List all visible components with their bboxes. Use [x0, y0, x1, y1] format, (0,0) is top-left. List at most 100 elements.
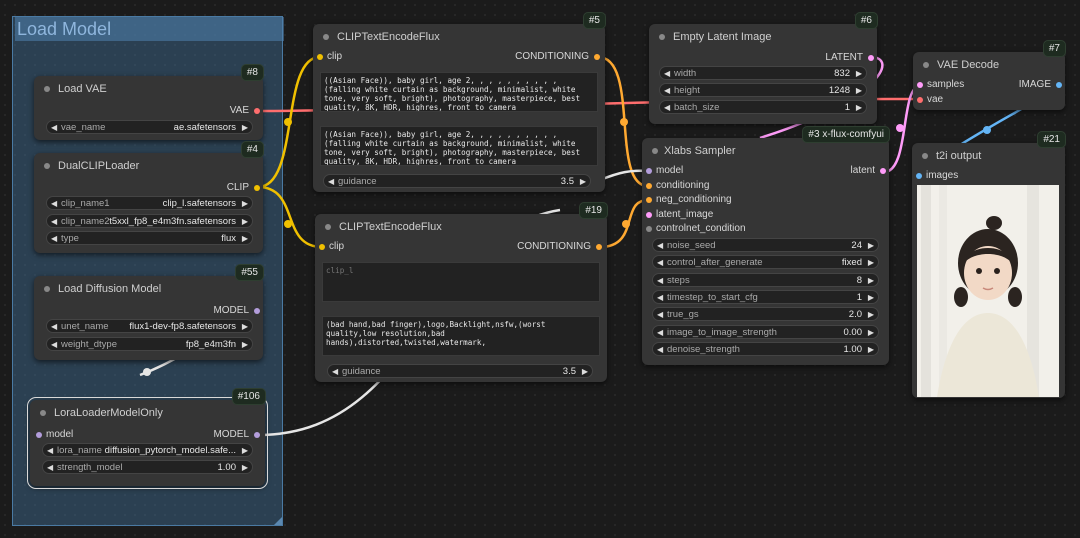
collapse-dot-icon[interactable]: [44, 86, 50, 92]
input-slot-conditioning[interactable]: [646, 183, 652, 189]
input-slot-model[interactable]: [36, 432, 42, 438]
arrow-left-icon[interactable]: ◀: [51, 320, 57, 334]
collapse-dot-icon[interactable]: [44, 286, 50, 292]
textarea-clip-l[interactable]: clip_l: [322, 262, 600, 302]
widget-true-gs[interactable]: ◀ true_gs 2.0 ▶: [652, 307, 879, 321]
widget-image-to-image-strength[interactable]: ◀ image_to_image_strength 0.00 ▶: [652, 325, 879, 339]
output-slot-conditioning[interactable]: [594, 54, 600, 60]
output-slot-vae[interactable]: [254, 108, 260, 114]
widget-timestep-to-start-cfg[interactable]: ◀ timestep_to_start_cfg 1 ▶: [652, 290, 879, 304]
arrow-right-icon[interactable]: ▶: [856, 101, 862, 115]
widget-steps[interactable]: ◀ steps 8 ▶: [652, 273, 879, 287]
widget-noise-seed[interactable]: ◀ noise_seed 24 ▶: [652, 238, 879, 252]
widget-guidance[interactable]: ◀ guidance 3.5 ▶: [323, 174, 591, 188]
collapse-dot-icon[interactable]: [659, 34, 665, 40]
node-vae-decode[interactable]: #7 VAE Decode samples vae IMAGE: [913, 40, 1066, 110]
arrow-right-icon[interactable]: ▶: [868, 256, 874, 270]
arrow-right-icon[interactable]: ▶: [868, 274, 874, 288]
input-slot-vae[interactable]: [917, 97, 923, 103]
arrow-right-icon[interactable]: ▶: [868, 291, 874, 305]
widget-clip-name1[interactable]: ◀ clip_name1 clip_l.safetensors ▶: [46, 196, 253, 210]
arrow-right-icon[interactable]: ▶: [242, 320, 248, 334]
node-cliptextencodeflux-positive[interactable]: #5 CLIPTextEncodeFlux clip CONDITIONING …: [313, 12, 606, 192]
arrow-right-icon[interactable]: ▶: [582, 365, 588, 379]
arrow-left-icon[interactable]: ◀: [51, 338, 57, 352]
node-empty-latent-image[interactable]: #6 Empty Latent Image LATENT ◀ width 832…: [649, 12, 878, 124]
input-slot-latent-image[interactable]: [646, 212, 652, 218]
arrow-left-icon[interactable]: ◀: [657, 343, 663, 357]
output-image[interactable]: [917, 185, 1059, 397]
textarea-clip-l[interactable]: ((Asian Face)), baby girl, age 2, , , , …: [320, 72, 598, 112]
collapse-dot-icon[interactable]: [40, 410, 46, 416]
arrow-right-icon[interactable]: ▶: [242, 338, 248, 352]
textarea-t5xxl[interactable]: (bad hand,bad finger),logo,Backlight,nsf…: [322, 316, 600, 356]
input-slot-clip[interactable]: [317, 54, 323, 60]
arrow-left-icon[interactable]: ◀: [664, 101, 670, 115]
arrow-left-icon[interactable]: ◀: [657, 326, 663, 340]
arrow-left-icon[interactable]: ◀: [51, 232, 57, 246]
arrow-left-icon[interactable]: ◀: [332, 365, 338, 379]
arrow-left-icon[interactable]: ◀: [657, 239, 663, 253]
arrow-left-icon[interactable]: ◀: [657, 256, 663, 270]
arrow-right-icon[interactable]: ▶: [242, 197, 248, 211]
arrow-left-icon[interactable]: ◀: [657, 308, 663, 322]
output-slot-model[interactable]: [254, 308, 260, 314]
widget-lora-name[interactable]: ◀ lora_name diffusion_pytorch_model.safe…: [42, 443, 253, 457]
widget-unet-name[interactable]: ◀ unet_name flux1-dev-fp8.safetensors ▶: [46, 319, 253, 333]
arrow-left-icon[interactable]: ◀: [328, 175, 334, 189]
collapse-dot-icon[interactable]: [652, 148, 658, 154]
arrow-left-icon[interactable]: ◀: [657, 291, 663, 305]
widget-control-after-generate[interactable]: ◀ control_after_generate fixed ▶: [652, 255, 879, 269]
arrow-left-icon[interactable]: ◀: [51, 197, 57, 211]
input-slot-neg-conditioning[interactable]: [646, 197, 652, 203]
widget-clip-name2[interactable]: ◀ clip_name2 t5xxl_fp8_e4m3fn.safetensor…: [46, 214, 253, 228]
node-dualcliploader[interactable]: #4 DualCLIPLoader CLIP ◀ clip_name1 clip…: [34, 141, 264, 253]
collapse-dot-icon[interactable]: [323, 34, 329, 40]
arrow-right-icon[interactable]: ▶: [868, 343, 874, 357]
arrow-right-icon[interactable]: ▶: [856, 67, 862, 81]
widget-guidance[interactable]: ◀ guidance 3.5 ▶: [327, 364, 593, 378]
arrow-right-icon[interactable]: ▶: [242, 215, 248, 229]
arrow-left-icon[interactable]: ◀: [664, 84, 670, 98]
widget-height[interactable]: ◀ height 1248 ▶: [659, 83, 867, 97]
input-slot-samples[interactable]: [917, 82, 923, 88]
collapse-dot-icon[interactable]: [923, 62, 929, 68]
widget-denoise-strength[interactable]: ◀ denoise_strength 1.00 ▶: [652, 342, 879, 356]
arrow-left-icon[interactable]: ◀: [51, 215, 57, 229]
output-slot-image[interactable]: [1056, 82, 1062, 88]
node-cliptextencodeflux-negative[interactable]: #19 CLIPTextEncodeFlux clip CONDITIONING…: [315, 202, 608, 382]
arrow-right-icon[interactable]: ▶: [242, 232, 248, 246]
arrow-right-icon[interactable]: ▶: [868, 239, 874, 253]
node-xlabs-sampler[interactable]: #3 x-flux-comfyui Xlabs Sampler model co…: [642, 126, 890, 365]
arrow-right-icon[interactable]: ▶: [868, 308, 874, 322]
node-lora-loader[interactable]: #106 LoraLoaderModelOnly model MODEL ◀ l…: [27, 388, 268, 489]
output-slot-latent[interactable]: [868, 55, 874, 61]
collapse-dot-icon[interactable]: [44, 163, 50, 169]
arrow-left-icon[interactable]: ◀: [664, 67, 670, 81]
input-slot-controlnet-condition[interactable]: [646, 226, 652, 232]
textarea-t5xxl[interactable]: ((Asian Face)), baby girl, age 2, , , , …: [320, 126, 598, 166]
arrow-right-icon[interactable]: ▶: [242, 461, 248, 475]
arrow-right-icon[interactable]: ▶: [242, 444, 248, 458]
widget-batch-size[interactable]: ◀ batch_size 1 ▶: [659, 100, 867, 114]
output-slot-conditioning[interactable]: [596, 244, 602, 250]
node-load-vae[interactable]: #8 Load VAE VAE ◀ vae_name ae.safetensor…: [34, 64, 264, 140]
widget-width[interactable]: ◀ width 832 ▶: [659, 66, 867, 80]
arrow-right-icon[interactable]: ▶: [580, 175, 586, 189]
output-slot-model[interactable]: [254, 432, 260, 438]
widget-strength-model[interactable]: ◀ strength_model 1.00 ▶: [42, 460, 253, 474]
arrow-left-icon[interactable]: ◀: [47, 461, 53, 475]
node-load-diffusion-model[interactable]: #55 Load Diffusion Model MODEL ◀ unet_na…: [34, 264, 264, 360]
widget-vae-name[interactable]: ◀ vae_name ae.safetensors ▶: [46, 120, 253, 134]
arrow-right-icon[interactable]: ▶: [868, 326, 874, 340]
output-slot-latent[interactable]: [880, 168, 886, 174]
input-slot-images[interactable]: [916, 173, 922, 179]
collapse-dot-icon[interactable]: [325, 224, 331, 230]
arrow-right-icon[interactable]: ▶: [242, 121, 248, 135]
widget-weight-dtype[interactable]: ◀ weight_dtype fp8_e4m3fn ▶: [46, 337, 253, 351]
arrow-left-icon[interactable]: ◀: [657, 274, 663, 288]
arrow-left-icon[interactable]: ◀: [47, 444, 53, 458]
input-slot-clip[interactable]: [319, 244, 325, 250]
arrow-right-icon[interactable]: ▶: [856, 84, 862, 98]
node-t2i-output[interactable]: #21 t2i output images: [912, 131, 1066, 398]
